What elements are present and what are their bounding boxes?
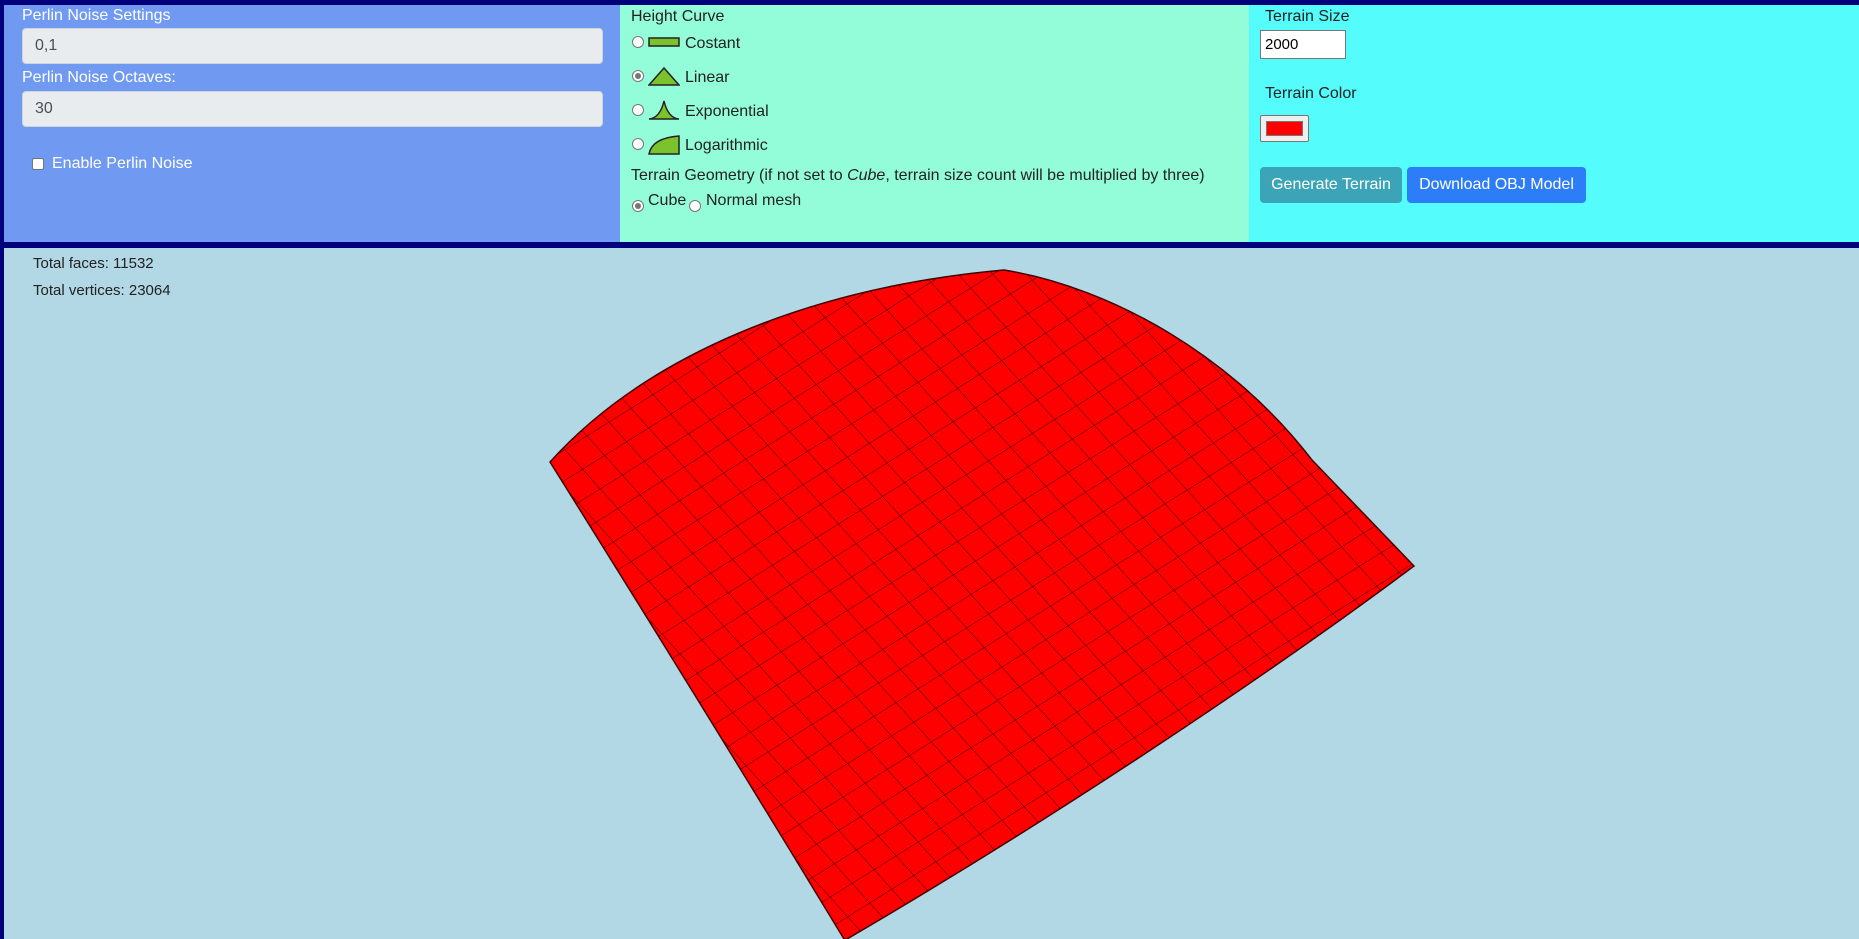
geometry-radio-cube[interactable] [632, 200, 644, 212]
generate-terrain-button[interactable]: Generate Terrain [1260, 167, 1402, 203]
perlin-settings-label: Perlin Noise Settings [22, 7, 171, 24]
curve-label-logarithmic: Logarithmic [685, 137, 768, 154]
geometry-label-normal-mesh: Normal mesh [706, 192, 802, 209]
curve-label-linear: Linear [685, 69, 730, 86]
total-faces: Total faces: 11532 [33, 255, 154, 272]
curve-radio-exponential[interactable] [632, 104, 644, 116]
download-obj-button[interactable]: Download OBJ Model [1407, 167, 1586, 203]
terrain-viewport[interactable]: Total faces: 11532 Total vertices: 23064 [4, 248, 1859, 939]
geometry-label-post: , terrain size count will be multiplied … [885, 167, 1205, 184]
curve-label-exponential: Exponential [685, 103, 769, 120]
logarithmic-curve-icon [648, 135, 680, 155]
height-curve-column: Height Curve Costant Linear Exponential … [620, 5, 1249, 242]
curve-radio-logarithmic[interactable] [632, 138, 644, 150]
settings-panel: Perlin Noise Settings 0,1 Perlin Noise O… [4, 5, 1859, 242]
exponential-curve-icon [648, 100, 680, 120]
terrain-size-label: Terrain Size [1265, 8, 1350, 25]
curve-radio-linear[interactable] [632, 70, 644, 82]
total-vertices: Total vertices: 23064 [33, 282, 171, 299]
perlin-settings-column: Perlin Noise Settings 0,1 Perlin Noise O… [4, 5, 620, 242]
curve-label-constant: Costant [685, 35, 741, 52]
terrain-mesh [549, 269, 1416, 939]
color-swatch [1266, 121, 1303, 136]
perlin-settings-input[interactable]: 0,1 [22, 28, 603, 64]
terrain-size-input[interactable]: 2000 [1260, 30, 1346, 59]
geometry-label-em: Cube [847, 167, 886, 184]
height-curve-title: Height Curve [631, 8, 725, 25]
terrain-color-label: Terrain Color [1265, 85, 1357, 102]
geometry-label: Terrain Geometry (if not set to Cube, te… [631, 167, 1205, 185]
enable-perlin-label: Enable Perlin Noise [52, 155, 193, 172]
constant-curve-icon [648, 37, 680, 47]
curve-radio-constant[interactable] [632, 36, 644, 48]
enable-perlin-checkbox[interactable] [32, 158, 44, 170]
geometry-label-pre: Terrain Geometry (if not set to [631, 167, 848, 184]
terrain-color-picker[interactable] [1260, 115, 1309, 142]
perlin-octaves-label: Perlin Noise Octaves: [22, 69, 176, 86]
perlin-octaves-input[interactable]: 30 [22, 91, 603, 127]
linear-curve-icon [648, 66, 680, 86]
geometry-radio-normal-mesh[interactable] [689, 200, 701, 212]
geometry-label-cube: Cube [648, 192, 687, 209]
